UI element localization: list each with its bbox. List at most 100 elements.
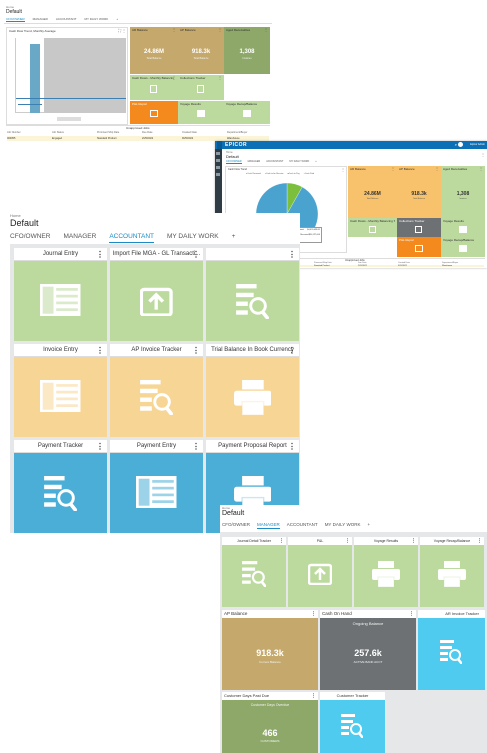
- column-header[interactable]: Department/Buyer: [442, 262, 484, 264]
- add-tab-button[interactable]: +: [367, 522, 370, 529]
- tab-manager[interactable]: MANAGER: [63, 233, 96, 243]
- column-header[interactable]: Job Number: [7, 131, 52, 134]
- tab-cfo-owner[interactable]: CFO/OWNER: [222, 522, 250, 529]
- tab-manager[interactable]: MANAGER: [248, 160, 261, 164]
- nav-icon[interactable]: [216, 173, 220, 176]
- aged-receivables-tile[interactable]: Aged Receivables ⋮ 1,308 Invoices: [441, 166, 485, 218]
- more-options-icon[interactable]: ⋮: [288, 248, 296, 261]
- tile-ap-invoice-tracker[interactable]: AP Invoice Tracker ⋮: [110, 344, 203, 437]
- tab-cfo-owner[interactable]: CFO/OWNER: [226, 160, 242, 164]
- tile-voyage-recap-balance[interactable]: Voyage Recap/Balance ⋮: [420, 537, 484, 607]
- ap-balance-tile[interactable]: AP Balance ⋮ 918.3k Current Balance: [222, 610, 318, 690]
- tile-import-file-mga-gl-transacti[interactable]: Import File MGA - GL Transacti... ⋮: [110, 248, 203, 341]
- more-options-icon[interactable]: ⋮: [192, 248, 200, 261]
- more-options-icon[interactable]: ⋮: [192, 440, 200, 453]
- ar-balance-tile[interactable]: AR Balance ⋮ 24.86M Total Balance: [130, 27, 178, 74]
- customer-tracker-tile[interactable]: Customer Tracker: [320, 692, 385, 753]
- legend-item[interactable]: ●Cash to Pay: [287, 173, 299, 175]
- tab-my-daily-work[interactable]: MY DAILY WORK: [289, 160, 309, 164]
- nav-icon[interactable]: [216, 159, 220, 162]
- ar-invoice-tracker-tile[interactable]: AR Invoice Tracker: [418, 610, 485, 690]
- tab-accountant[interactable]: ACCOUNTANT: [287, 522, 318, 529]
- more-options-icon[interactable]: ⋮: [341, 167, 345, 172]
- ap-balance-tile[interactable]: AP Balance ⋮ 918.3k Total Balance: [397, 166, 441, 218]
- tile-p-l[interactable]: P&L ⋮: [288, 537, 352, 607]
- ap-balance-tile[interactable]: AP Balance ⋮ 918.3k Total Balance: [178, 27, 224, 74]
- column-header[interactable]: Promised Ship Date: [97, 131, 142, 134]
- tile-invoice-entry[interactable]: Invoice Entry ⋮: [14, 344, 107, 437]
- legend-item[interactable]: ●Cash Received: [246, 173, 261, 175]
- add-tab-button[interactable]: +: [116, 17, 118, 22]
- tile-journal-entry[interactable]: Journal Entry ⋮: [14, 248, 107, 341]
- more-options-icon[interactable]: ⋮: [479, 167, 483, 171]
- tab-accountant[interactable]: ACCOUNTANT: [266, 160, 283, 164]
- column-header[interactable]: Department/Buyer: [227, 131, 269, 134]
- tile-untitled[interactable]: ⋮: [206, 248, 299, 341]
- tab-cfo-owner[interactable]: CFO/OWNER: [6, 17, 25, 22]
- more-options-icon[interactable]: ⋮: [218, 76, 222, 80]
- nav-icon[interactable]: [216, 166, 220, 169]
- more-options-icon[interactable]: ⋮: [481, 152, 485, 157]
- column-header[interactable]: Created Date: [398, 262, 442, 264]
- aged-receivables-tile[interactable]: Aged Receivables ⋮ 1,308 Invoices: [224, 27, 270, 74]
- voyage-results-tile[interactable]: Voyage Results: [441, 218, 485, 237]
- tab-accountant[interactable]: ACCOUNTANT: [109, 233, 154, 243]
- more-options-icon[interactable]: ⋮: [477, 537, 482, 545]
- pnl-report-tile[interactable]: P&L Report: [397, 237, 441, 257]
- tab-my-daily-work[interactable]: MY DAILY WORK: [325, 522, 361, 529]
- tab-accountant[interactable]: ACCOUNTANT: [56, 17, 77, 22]
- voyage-recap-tile[interactable]: Voyage Recap/Balance: [441, 237, 485, 257]
- user-name[interactable]: Epicor Admin: [470, 143, 485, 146]
- tile-trial-balance-in-book-currency[interactable]: Trial Balance In Book Currency ⋮: [206, 344, 299, 437]
- search-icon[interactable]: ⌕: [455, 142, 457, 147]
- more-options-icon[interactable]: ⋮: [192, 344, 200, 357]
- column-header[interactable]: Due Date: [142, 131, 182, 134]
- tab-my-daily-work[interactable]: MY DAILY WORK: [167, 233, 219, 243]
- more-options-icon[interactable]: ⋮: [218, 28, 222, 32]
- more-options-icon[interactable]: ⋮: [172, 76, 176, 80]
- pnl-report-tile[interactable]: P&L Report: [130, 101, 178, 124]
- more-options-icon[interactable]: ⋮: [172, 28, 176, 32]
- legend-item[interactable]: ●Cash Paid: [304, 173, 314, 175]
- tile-journal-detail-tracker[interactable]: Journal Detail Tracker ⋮: [222, 537, 286, 607]
- tile-payment-tracker[interactable]: Payment Tracker ⋮: [14, 440, 107, 533]
- menu-icon[interactable]: [217, 141, 222, 149]
- column-header[interactable]: Promised Ship Date: [314, 262, 358, 264]
- more-options-icon[interactable]: ⋮: [96, 344, 104, 357]
- cash-flows-tile[interactable]: Cash Flows - Monthly Balancing Se... ⋮: [130, 75, 178, 100]
- add-tab-button[interactable]: +: [315, 160, 316, 164]
- column-header[interactable]: Job Status: [52, 131, 97, 134]
- expand-icon[interactable]: ⛶: [118, 28, 121, 33]
- avatar[interactable]: [458, 142, 463, 147]
- cash-flows-tile[interactable]: Cash Flows - Monthly Balancing Sel...: [348, 218, 397, 237]
- nav-icon[interactable]: [216, 152, 220, 155]
- column-header[interactable]: Due Date: [358, 262, 398, 264]
- more-options-icon[interactable]: ⋮: [96, 440, 104, 453]
- tab-manager[interactable]: MANAGER: [33, 17, 48, 22]
- more-options-icon[interactable]: ⋮: [122, 28, 126, 33]
- more-options-icon[interactable]: ⋮: [411, 537, 416, 545]
- collections-tracker-tile[interactable]: Collections Tracker: [397, 218, 441, 237]
- more-options-icon[interactable]: ⋮: [391, 167, 395, 171]
- tab-manager[interactable]: MANAGER: [257, 522, 280, 529]
- more-options-icon[interactable]: ⋮: [435, 167, 439, 171]
- more-options-icon[interactable]: ⋮: [409, 610, 414, 618]
- more-options-icon[interactable]: ⋮: [288, 440, 296, 453]
- tab-my-daily-work[interactable]: MY DAILY WORK: [84, 17, 108, 22]
- more-options-icon[interactable]: ⋮: [288, 344, 296, 357]
- tile-voyage-results[interactable]: Voyage Results ⋮: [354, 537, 418, 607]
- tile-payment-entry[interactable]: Payment Entry ⋮: [110, 440, 203, 533]
- more-options-icon[interactable]: ⋮: [345, 537, 350, 545]
- column-header[interactable]: Created Date: [182, 131, 227, 134]
- customer-days-past-due-tile[interactable]: Customer Days Past Due ⋮ Customer Days O…: [222, 692, 318, 753]
- more-options-icon[interactable]: ⋮: [96, 248, 104, 261]
- collections-tracker-tile[interactable]: Collections Tracker ⋮: [178, 75, 224, 100]
- ar-balance-tile[interactable]: AR Balance ⋮ 24.86M Total Balance: [348, 166, 397, 218]
- more-options-icon[interactable]: ⋮: [279, 537, 284, 545]
- legend-item[interactable]: ●Cash to be Receive: [265, 173, 284, 175]
- cash-on-hand-tile[interactable]: Cash On Hand ⋮ Ongoing Balance 257.6k AC…: [320, 610, 416, 690]
- chart-scrollbar[interactable]: [57, 117, 81, 121]
- add-tab-button[interactable]: +: [232, 233, 236, 243]
- more-options-icon[interactable]: ⋮: [311, 692, 316, 700]
- tab-cfo-owner[interactable]: CFO/OWNER: [10, 233, 50, 243]
